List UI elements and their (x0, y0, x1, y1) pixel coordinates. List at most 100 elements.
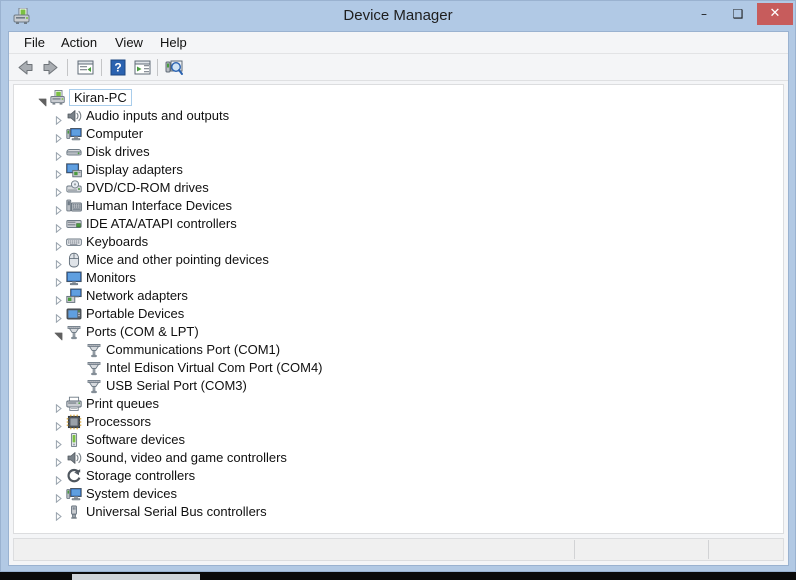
tree-row[interactable]: Audio inputs and outputs (14, 107, 783, 126)
printer-icon (66, 396, 82, 412)
menu-item-view[interactable]: View (108, 34, 150, 52)
chevron-right-icon[interactable] (54, 220, 63, 234)
display-adapter-icon (66, 162, 82, 178)
tree-label: Keyboards (86, 234, 149, 249)
tree-row[interactable]: Storage controllers (14, 467, 783, 486)
chevron-right-icon[interactable] (54, 256, 63, 270)
minimize-icon: – (701, 7, 707, 21)
menu-item-action[interactable]: Action (54, 34, 104, 52)
tree-row[interactable]: Print queues (14, 395, 783, 414)
tree-label: Intel Edison Virtual Com Port (COM4) (106, 360, 323, 375)
chevron-right-icon[interactable] (54, 184, 63, 198)
forward-button[interactable] (39, 57, 61, 78)
storage-controller-icon (66, 468, 82, 484)
tree-label: Portable Devices (86, 306, 185, 321)
title-bar[interactable]: Device Manager – ❑ ✕ (1, 1, 795, 31)
chevron-right-icon[interactable] (54, 166, 63, 180)
status-pane-second (575, 539, 708, 560)
chevron-down-icon[interactable] (54, 328, 63, 341)
tree-row[interactable]: Display adapters (14, 161, 783, 180)
help-question-icon: ? (110, 59, 126, 76)
maximize-button[interactable]: ❑ (723, 3, 753, 25)
tree-row[interactable]: Intel Edison Virtual Com Port (COM4) (14, 359, 783, 377)
taskbar-edge (72, 574, 200, 580)
tree-row[interactable]: Ports (COM & LPT) (14, 323, 783, 341)
tree-row[interactable]: Sound, video and game controllers (14, 449, 783, 468)
close-icon: ✕ (769, 6, 781, 21)
device-manager-window: Device Manager – ❑ ✕ File Action View He… (0, 0, 796, 572)
tree-label: Disk drives (86, 144, 150, 159)
chevron-right-icon[interactable] (54, 418, 63, 432)
svg-text:?: ? (114, 61, 121, 75)
update-driver-scan-icon (165, 60, 183, 75)
tree-row[interactable]: Universal Serial Bus controllers (14, 503, 783, 522)
chevron-down-icon[interactable] (38, 94, 47, 107)
tree-row[interactable]: Mice and other pointing devices (14, 251, 783, 270)
chevron-right-icon[interactable] (54, 400, 63, 414)
tree-row[interactable]: DVD/CD-ROM drives (14, 179, 783, 198)
menu-item-file[interactable]: File (17, 34, 52, 52)
tree-row[interactable]: System devices (14, 485, 783, 504)
tree-label: Communications Port (COM1) (106, 342, 281, 357)
chevron-right-icon[interactable] (54, 310, 63, 324)
update-driver-button[interactable] (163, 57, 185, 78)
tree-row[interactable]: Keyboards (14, 233, 783, 252)
speaker-icon (66, 450, 82, 466)
properties-button[interactable] (74, 57, 96, 78)
scan-hardware-button[interactable] (131, 57, 153, 78)
speaker-icon (66, 108, 82, 124)
usb-icon (66, 504, 82, 520)
tree-label: Display adapters (86, 162, 183, 177)
mouse-icon (66, 252, 82, 268)
chevron-right-icon[interactable] (54, 148, 63, 162)
tree-row[interactable]: Human Interface Devices (14, 197, 783, 216)
processor-icon (66, 414, 82, 430)
forward-arrow-icon (43, 60, 58, 75)
tree-label: Sound, video and game controllers (86, 450, 287, 465)
tree-label: USB Serial Port (COM3) (106, 378, 247, 393)
tree-row[interactable]: Software devices (14, 431, 783, 450)
tree-label: Network adapters (86, 288, 188, 303)
tree-row[interactable]: Disk drives (14, 143, 783, 162)
back-button[interactable] (15, 57, 37, 78)
status-pane-third (709, 539, 783, 560)
tree-label: Universal Serial Bus controllers (86, 504, 267, 519)
port-icon (66, 324, 82, 340)
tree-row[interactable]: Processors (14, 413, 783, 432)
toolbar-separator (157, 59, 158, 76)
tree-row[interactable]: Computer (14, 125, 783, 144)
tree-row[interactable]: Network adapters (14, 287, 783, 306)
chevron-right-icon[interactable] (54, 454, 63, 468)
maximize-icon: ❑ (732, 7, 744, 21)
chevron-right-icon[interactable] (54, 436, 63, 450)
menu-item-help[interactable]: Help (153, 34, 194, 52)
help-button[interactable]: ? (107, 57, 129, 78)
properties-icon (77, 60, 94, 75)
chevron-right-icon[interactable] (54, 130, 63, 144)
chevron-right-icon[interactable] (54, 112, 63, 126)
close-button[interactable]: ✕ (757, 3, 793, 25)
tree-label: Mice and other pointing devices (86, 252, 269, 267)
tree-row-root[interactable]: Kiran-PC (14, 89, 783, 107)
ide-controller-icon (66, 216, 82, 232)
chevron-right-icon[interactable] (54, 490, 63, 504)
chevron-right-icon[interactable] (54, 472, 63, 486)
tree-row[interactable]: Communications Port (COM1) (14, 341, 783, 359)
chevron-right-icon[interactable] (54, 238, 63, 252)
tree-row[interactable]: Monitors (14, 269, 783, 288)
device-tree[interactable]: Kiran-PC Audio inputs and outputs Compute… (13, 84, 784, 534)
chevron-right-icon[interactable] (54, 508, 63, 522)
computer-root-icon (50, 90, 66, 106)
chevron-right-icon[interactable] (54, 274, 63, 288)
tool-bar: ? (9, 54, 788, 81)
minimize-button[interactable]: – (689, 3, 719, 25)
port-icon (86, 360, 102, 376)
tree-label-root: Kiran-PC (74, 90, 127, 105)
chevron-right-icon[interactable] (54, 202, 63, 216)
tree-label: Ports (COM & LPT) (86, 324, 199, 339)
tree-row[interactable]: USB Serial Port (COM3) (14, 377, 783, 395)
chevron-right-icon[interactable] (54, 292, 63, 306)
tree-label: Software devices (86, 432, 185, 447)
tree-row[interactable]: Portable Devices (14, 305, 783, 324)
tree-row[interactable]: IDE ATA/ATAPI controllers (14, 215, 783, 234)
